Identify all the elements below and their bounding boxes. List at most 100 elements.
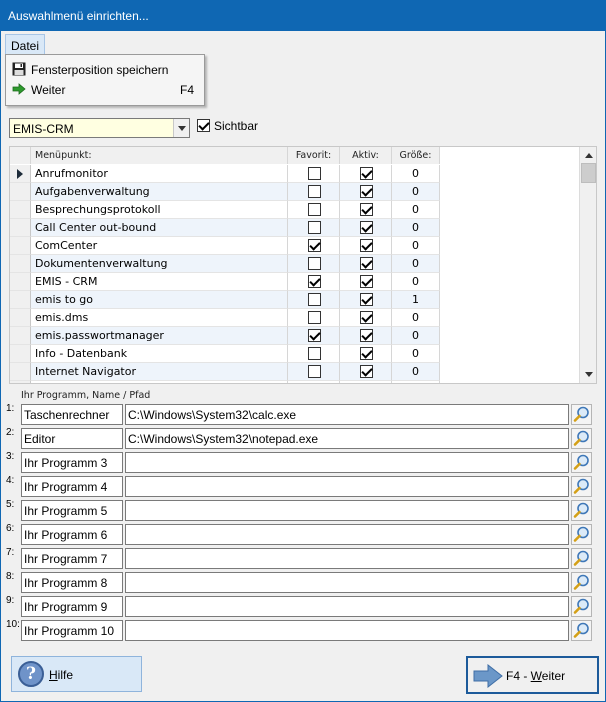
scroll-down-arrow-icon[interactable] <box>582 368 595 381</box>
column-header-size[interactable]: Größe: <box>392 147 440 164</box>
favorite-checkbox[interactable] <box>308 329 321 342</box>
browse-button[interactable] <box>571 620 592 641</box>
column-header-active[interactable]: Aktiv: <box>340 147 392 164</box>
browse-button[interactable] <box>571 404 592 425</box>
cell-size[interactable]: 0 <box>392 327 440 345</box>
favorite-checkbox[interactable] <box>308 293 321 306</box>
row-header[interactable] <box>10 183 31 201</box>
table-row[interactable]: Dokumentenverwaltung 0 <box>10 255 440 273</box>
program-path-field[interactable] <box>125 596 569 617</box>
program-path-field[interactable] <box>125 452 569 473</box>
row-header[interactable] <box>10 327 31 345</box>
table-row[interactable]: emis.passwortmanager 0 <box>10 327 440 345</box>
favorite-checkbox[interactable] <box>308 221 321 234</box>
table-row[interactable]: EMIS - CRM 0 <box>10 273 440 291</box>
favorite-checkbox[interactable] <box>308 347 321 360</box>
active-checkbox[interactable] <box>360 257 373 270</box>
program-path-field[interactable] <box>125 548 569 569</box>
browse-button[interactable] <box>571 428 592 449</box>
cell-size[interactable]: 1 <box>392 291 440 309</box>
program-name-field[interactable]: Ihr Programm 7 <box>21 548 123 569</box>
menu-datei[interactable]: Datei <box>5 34 46 55</box>
program-name-field[interactable]: Ihr Programm 4 <box>21 476 123 497</box>
row-header[interactable] <box>10 309 31 327</box>
row-header[interactable] <box>10 219 31 237</box>
cell-menu-item-name[interactable]: EMIS - CRM <box>31 273 288 291</box>
cell-menu-item-name[interactable]: Internet Navigator <box>31 363 288 381</box>
favorite-checkbox[interactable] <box>308 275 321 288</box>
program-name-field[interactable]: Ihr Programm 6 <box>21 524 123 545</box>
table-row[interactable]: Info - Datenbank 0 <box>10 345 440 363</box>
table-row[interactable]: emis.dms 0 <box>10 309 440 327</box>
row-header[interactable] <box>10 237 31 255</box>
cell-size[interactable]: 0 <box>392 201 440 219</box>
active-checkbox[interactable] <box>360 275 373 288</box>
menu-item-weiter[interactable]: Weiter F4 <box>6 79 204 99</box>
column-header-name[interactable]: Menüpunkt: <box>31 147 288 164</box>
cell-size[interactable] <box>392 381 440 383</box>
cell-menu-item-name[interactable]: Dokumentenverwaltung <box>31 255 288 273</box>
program-path-field[interactable] <box>125 572 569 593</box>
table-row[interactable]: ComCenter 0 <box>10 237 440 255</box>
cell-size[interactable]: 0 <box>392 309 440 327</box>
browse-button[interactable] <box>571 500 592 521</box>
favorite-checkbox[interactable] <box>308 311 321 324</box>
row-header[interactable] <box>10 291 31 309</box>
cell-size[interactable]: 0 <box>392 363 440 381</box>
active-checkbox[interactable] <box>360 185 373 198</box>
cell-menu-item-name[interactable]: Call Center out-bound <box>31 219 288 237</box>
browse-button[interactable] <box>571 596 592 617</box>
cell-size[interactable]: 0 <box>392 345 440 363</box>
program-path-field[interactable] <box>125 500 569 521</box>
cell-size[interactable]: 0 <box>392 273 440 291</box>
program-name-field[interactable]: Taschenrechner <box>21 404 123 425</box>
next-button[interactable]: F4 - Weiter <box>466 656 599 694</box>
program-path-field[interactable] <box>125 476 569 497</box>
cell-size[interactable]: 0 <box>392 237 440 255</box>
cell-menu-item-name[interactable]: Info - Datenbank <box>31 345 288 363</box>
help-button[interactable]: ? Hilfe <box>11 656 142 692</box>
browse-button[interactable] <box>571 524 592 545</box>
favorite-checkbox[interactable] <box>308 185 321 198</box>
visible-checkbox[interactable] <box>197 119 210 132</box>
browse-button[interactable] <box>571 476 592 497</box>
program-name-field[interactable]: Ihr Programm 10 <box>21 620 123 641</box>
row-header[interactable] <box>10 345 31 363</box>
row-header[interactable] <box>10 165 31 183</box>
favorite-checkbox[interactable] <box>308 257 321 270</box>
table-row[interactable]: Internet Navigator 0 <box>10 363 440 381</box>
browse-button[interactable] <box>571 452 592 473</box>
favorite-checkbox[interactable] <box>308 365 321 378</box>
grid-scrollbar[interactable] <box>579 147 596 383</box>
menu-item-save-position[interactable]: Fensterposition speichern <box>6 59 204 79</box>
row-header[interactable] <box>10 273 31 291</box>
cell-size[interactable]: 0 <box>392 219 440 237</box>
table-row[interactable]: Aufgabenverwaltung 0 <box>10 183 440 201</box>
row-header[interactable] <box>10 363 31 381</box>
cell-menu-item-name[interactable]: Besprechungsprotokoll <box>31 201 288 219</box>
program-name-field[interactable]: Ihr Programm 3 <box>21 452 123 473</box>
cell-menu-item-name[interactable]: emis to go <box>31 291 288 309</box>
row-header[interactable] <box>10 255 31 273</box>
favorite-checkbox[interactable] <box>308 383 321 384</box>
row-header[interactable] <box>10 201 31 219</box>
active-checkbox[interactable] <box>360 293 373 306</box>
scroll-up-arrow-icon[interactable] <box>582 149 595 162</box>
program-path-field[interactable] <box>125 620 569 641</box>
cell-size[interactable]: 0 <box>392 255 440 273</box>
program-name-field[interactable]: Editor <box>21 428 123 449</box>
module-select[interactable]: EMIS-CRM <box>9 118 190 138</box>
cell-menu-item-name[interactable] <box>31 381 288 383</box>
table-row[interactable] <box>10 381 440 384</box>
active-checkbox[interactable] <box>360 347 373 360</box>
cell-menu-item-name[interactable]: ComCenter <box>31 237 288 255</box>
row-header[interactable] <box>10 381 31 383</box>
table-row[interactable]: Besprechungsprotokoll 0 <box>10 201 440 219</box>
table-row[interactable]: Anrufmonitor 0 <box>10 165 440 183</box>
active-checkbox[interactable] <box>360 167 373 180</box>
favorite-checkbox[interactable] <box>308 167 321 180</box>
active-checkbox[interactable] <box>360 221 373 234</box>
program-name-field[interactable]: Ihr Programm 9 <box>21 596 123 617</box>
program-path-field[interactable]: C:\Windows\System32\calc.exe <box>125 404 569 425</box>
cell-menu-item-name[interactable]: emis.dms <box>31 309 288 327</box>
